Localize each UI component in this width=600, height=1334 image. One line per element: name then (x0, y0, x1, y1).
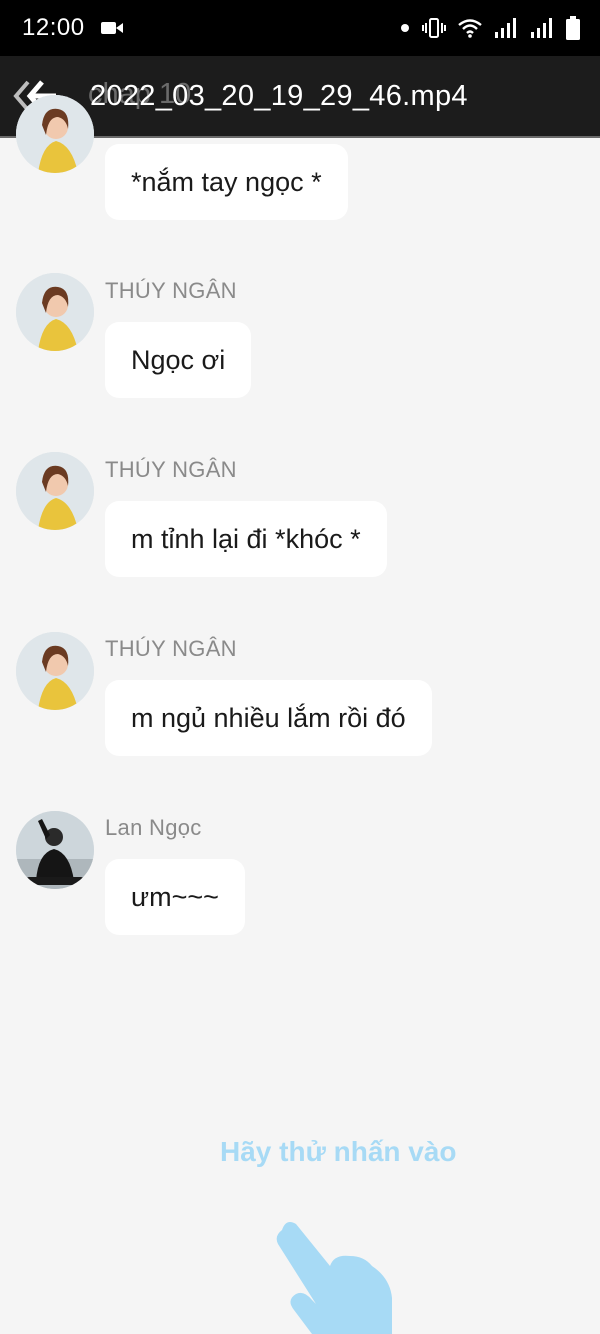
sender-name: Lan Ngọc (105, 815, 202, 840)
sender-name: THÚY NGÂN (105, 457, 237, 482)
message-bubble: m tỉnh lại đi *khóc * (105, 501, 387, 577)
avatar-thuy-ngan[interactable] (16, 632, 94, 710)
avatar-thuy-ngan[interactable] (16, 95, 94, 173)
message-text: Ngọc ơi (131, 344, 226, 375)
avatar-thuy-ngan[interactable] (16, 273, 94, 351)
sender-name: THÚY NGÂN (105, 278, 237, 303)
message-bubble: ưm~~~ (105, 859, 245, 935)
video-title: 2022_03_20_19_29_46.mp4 (90, 79, 468, 112)
tap-hand-icon[interactable] (272, 1214, 396, 1334)
message-bubble: Ngọc ơi (105, 322, 252, 398)
status-time: 12:00 (22, 14, 85, 41)
wifi-icon (458, 18, 482, 38)
message-text: m tỉnh lại đi *khóc * (131, 523, 361, 554)
signal-icon (530, 17, 554, 39)
message-text: *nắm tay ngọc * (131, 166, 322, 197)
avatar-lan-ngoc[interactable] (16, 811, 94, 889)
status-bar: 12:00 (0, 0, 600, 56)
message-bubble: m ngủ nhiều lắm rồi đó (105, 680, 432, 756)
message-bubble: *nắm tay ngọc * (105, 144, 348, 220)
sender-name: THÚY NGÂN (105, 636, 237, 661)
vibrate-icon (422, 17, 446, 39)
tap-hint-text[interactable]: Hãy thử nhấn vào (220, 1136, 457, 1168)
message-text: m ngủ nhiều lắm rồi đó (131, 702, 406, 733)
message-text: ưm~~~ (131, 881, 219, 912)
signal-icon (494, 17, 518, 39)
video-camera-icon (100, 20, 123, 36)
battery-icon (566, 16, 580, 40)
dot-icon (400, 23, 410, 33)
avatar-thuy-ngan[interactable] (16, 452, 94, 530)
